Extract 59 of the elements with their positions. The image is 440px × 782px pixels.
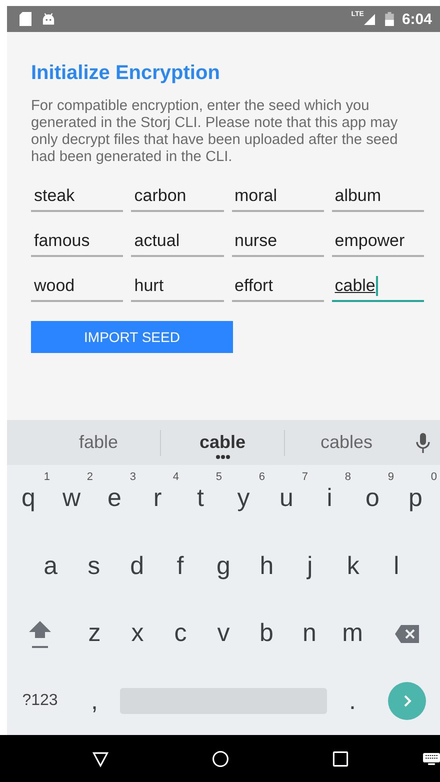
keyboard-key[interactable]: n [288, 619, 331, 648]
comma-key[interactable]: , [73, 686, 116, 716]
key-hint-digit: 3 [130, 471, 136, 484]
keyboard-key[interactable]: h [245, 552, 288, 581]
seed-word-field[interactable]: cable [332, 270, 424, 302]
microphone-icon[interactable] [416, 432, 430, 452]
key-hint-digit: 4 [172, 471, 179, 484]
key-hint-digit: 1 [44, 471, 50, 484]
keyboard-key[interactable]: k [332, 552, 375, 581]
key-hint-digit: 9 [388, 471, 394, 484]
keyboard-key[interactable]: f [158, 552, 202, 581]
keyboard-icon[interactable] [423, 752, 440, 766]
seed-word-field[interactable]: famous [31, 225, 124, 257]
keyboard-key[interactable]: j [288, 552, 332, 581]
android-icon [42, 12, 55, 26]
home-icon[interactable] [212, 748, 229, 768]
backspace-icon[interactable] [395, 624, 419, 643]
import-seed-button[interactable]: IMPORT SEED [31, 321, 233, 353]
seed-word-field[interactable]: hurt [131, 270, 224, 302]
key-hint-digit: 5 [216, 471, 222, 484]
keyboard-key[interactable]: g [202, 552, 246, 581]
seed-word-field[interactable]: empower [332, 225, 424, 257]
signal-icon [364, 14, 375, 24]
keyboard-key[interactable]: v [202, 619, 245, 648]
seed-word-field[interactable]: wood [31, 270, 124, 302]
page-title: Initialize Encryption [31, 61, 221, 86]
key-hint-digit: 8 [344, 471, 351, 484]
keyboard-key[interactable]: l [374, 552, 418, 581]
keyboard-key[interactable]: s [72, 552, 116, 581]
keyboard-key[interactable]: m [331, 619, 374, 648]
symbols-key[interactable]: ?123 [7, 692, 73, 710]
seed-word-field[interactable]: album [332, 180, 424, 212]
more-dots-icon [216, 455, 230, 459]
sd-card-icon [19, 12, 32, 26]
key-hint-digit: 7 [302, 471, 308, 484]
seed-word-field[interactable]: nurse [232, 225, 324, 257]
suggestion-item[interactable]: fable [37, 432, 160, 453]
keyboard-key[interactable]: d [115, 552, 159, 581]
seed-word-field[interactable]: moral [232, 180, 324, 212]
status-time: 6:04 [402, 10, 432, 28]
seed-word-field[interactable]: steak [31, 180, 124, 212]
keyboard-key[interactable]: a [29, 552, 72, 581]
recents-icon[interactable] [332, 748, 349, 768]
keyboard-key[interactable]: z [73, 619, 116, 648]
suggestion-item[interactable]: cables [285, 432, 408, 453]
key-hint-digit: 6 [258, 471, 265, 484]
seed-word-field[interactable]: effort [232, 270, 324, 302]
suggestion-item[interactable]: cable [161, 432, 284, 453]
keyboard-key[interactable]: b [245, 619, 288, 648]
key-hint-digit: 2 [86, 471, 93, 484]
period-key[interactable]: . [331, 686, 374, 716]
battery-icon [384, 12, 394, 26]
key-hint-digit: 0 [430, 471, 437, 484]
keyboard-key[interactable]: c [159, 619, 202, 648]
seed-word-field[interactable]: carbon [131, 180, 224, 212]
description-text: For compatible encryption, enter the seed which you generated in the Storj CLI. Please note that this app may only decrypt files that have been uploaded after the seed had been generated in the CLI. [31, 98, 399, 166]
shift-icon[interactable] [28, 618, 52, 649]
keyboard-key[interactable]: x [116, 619, 159, 648]
seed-word-field[interactable]: actual [131, 225, 224, 257]
